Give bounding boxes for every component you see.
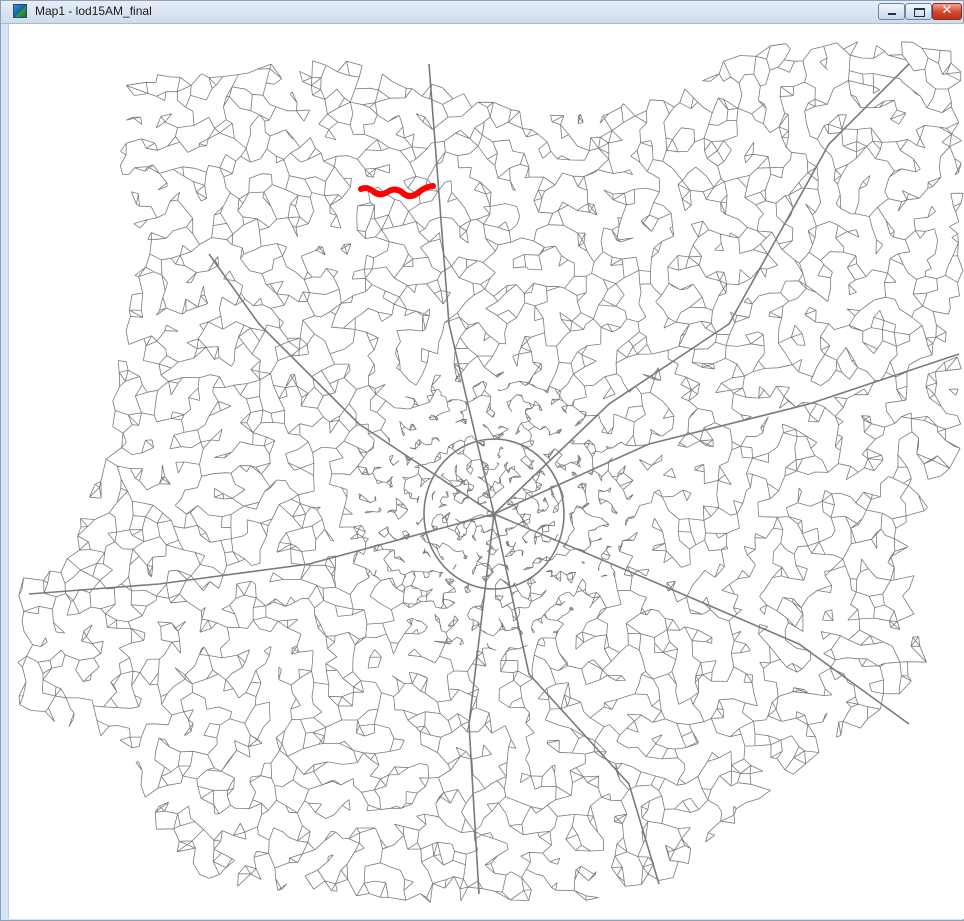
map-canvas[interactable]: [8, 24, 964, 919]
map-app-icon[interactable]: [13, 4, 27, 18]
title-bar[interactable]: Map1 - lod15AM_final ✕: [1, 1, 963, 24]
selected-road-segment[interactable]: [358, 183, 436, 200]
close-button[interactable]: ✕: [932, 3, 962, 20]
minimize-icon: [888, 13, 896, 15]
minimize-button[interactable]: [878, 3, 905, 20]
maximize-button[interactable]: [905, 3, 932, 20]
close-icon: ✕: [941, 3, 953, 18]
maximize-icon: [914, 8, 925, 17]
local-roads: [17, 41, 964, 903]
road-network-layer: [17, 41, 964, 903]
highway-8: [493, 353, 960, 515]
highway-2: [493, 63, 910, 515]
map-window: Map1 - lod15AM_final ✕: [0, 0, 964, 921]
highway-7: [208, 253, 495, 515]
highway-3: [493, 513, 910, 725]
road-network-map[interactable]: [9, 24, 964, 919]
window-title: Map1 - lod15AM_final: [35, 4, 152, 18]
